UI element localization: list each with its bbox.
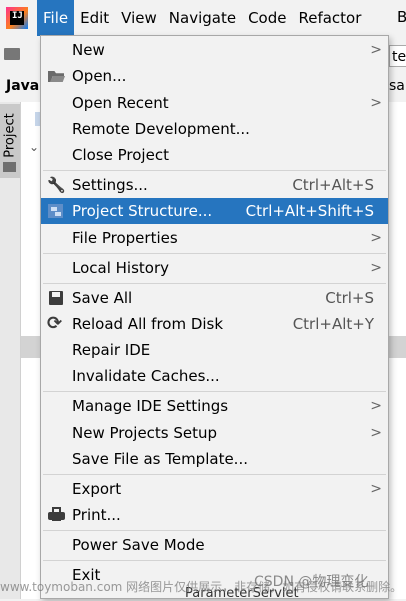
reload-icon — [47, 311, 65, 337]
menu-item-save-file-as-template[interactable]: Save File as Template... — [41, 446, 388, 472]
chevron-right-icon: > — [370, 230, 382, 246]
menu-item-label: Close Project — [72, 146, 169, 164]
menu-separator — [43, 474, 386, 475]
wrench-icon — [47, 177, 65, 193]
run-config-field[interactable]: te — [389, 45, 406, 67]
menu-item-label: Local History — [72, 259, 170, 277]
main-menu-bar: IJ File Edit View Navigate Code Refactor — [0, 0, 406, 36]
menu-navigate[interactable]: Navigate — [163, 0, 242, 36]
chevron-down-icon[interactable]: ⌄ — [29, 140, 39, 154]
project-folder-icon — [3, 162, 16, 172]
menu-item-open-recent[interactable]: Open Recent > — [41, 90, 388, 116]
menu-item-repair-ide[interactable]: Repair IDE — [41, 337, 388, 363]
menu-refactor[interactable]: Refactor — [292, 0, 367, 36]
menu-item-save-all[interactable]: Save All Ctrl+S — [41, 285, 388, 311]
menu-separator — [43, 283, 386, 284]
menu-item-label: New — [72, 41, 105, 59]
save-icon — [47, 290, 65, 306]
menu-item-local-history[interactable]: Local History > — [41, 255, 388, 281]
chevron-right-icon: > — [370, 260, 382, 276]
menu-item-power-save-mode[interactable]: Power Save Mode — [41, 532, 388, 558]
menu-item-shortcut: Ctrl+Alt+S — [292, 176, 374, 194]
menu-item-shortcut: Ctrl+Alt+Y — [292, 315, 374, 333]
menu-item-label: Settings... — [72, 176, 148, 194]
menu-item-label: Save File as Template... — [72, 450, 248, 468]
menu-item-invalidate-caches[interactable]: Invalidate Caches... — [41, 363, 388, 389]
chevron-right-icon: > — [370, 42, 382, 58]
chevron-right-icon: > — [370, 481, 382, 497]
menu-separator — [43, 391, 386, 392]
menu-item-settings[interactable]: Settings... Ctrl+Alt+S — [41, 172, 388, 198]
menu-edit[interactable]: Edit — [74, 0, 115, 36]
menu-item-remote-development[interactable]: Remote Development... — [41, 116, 388, 142]
print-icon — [47, 507, 65, 523]
menu-view[interactable]: View — [115, 0, 163, 36]
menu-item-label: Power Save Mode — [72, 536, 205, 554]
csdn-watermark: CSDN @物理变化 — [254, 574, 369, 590]
menu-item-shortcut: Ctrl+Alt+Shift+S — [245, 202, 374, 220]
menu-item-new[interactable]: New > — [41, 37, 388, 63]
menu-item-label: Invalidate Caches... — [72, 367, 220, 385]
menu-item-open[interactable]: Open... — [41, 63, 388, 89]
folder-open-icon — [47, 68, 65, 84]
chevron-right-icon: > — [370, 425, 382, 441]
menu-code[interactable]: Code — [242, 0, 292, 36]
menu-item-print[interactable]: Print... — [41, 502, 388, 528]
menu-item-label: File Properties — [72, 229, 178, 247]
menu-separator — [43, 560, 386, 561]
project-tool-tab-label: Project — [2, 113, 18, 158]
menu-item-file-properties[interactable]: File Properties > — [41, 225, 388, 251]
menu-item-new-projects-setup[interactable]: New Projects Setup > — [41, 420, 388, 446]
menu-separator — [43, 530, 386, 531]
folder-icon[interactable] — [4, 48, 20, 60]
menu-item-label: Remote Development... — [72, 120, 250, 138]
menu-item-label: Open Recent — [72, 94, 169, 112]
chevron-right-icon: > — [370, 95, 382, 111]
menu-separator — [43, 170, 386, 171]
menu-item-label: Repair IDE — [72, 341, 151, 359]
intellij-logo-icon: IJ — [6, 7, 28, 29]
menu-item-label: Open... — [72, 67, 127, 85]
menu-item-label: Save All — [72, 289, 133, 307]
menu-item-export[interactable]: Export > — [41, 476, 388, 502]
breadcrumb-java[interactable]: Java — [6, 78, 39, 94]
menu-item-close-project[interactable]: Close Project — [41, 142, 388, 168]
menu-item-label: Reload All from Disk — [72, 315, 224, 333]
menu-item-label: Export — [72, 480, 122, 498]
menu-item-label: Manage IDE Settings — [72, 397, 229, 415]
menu-item-project-structure[interactable]: Project Structure... Ctrl+Alt+Shift+S — [41, 198, 388, 224]
file-menu-dropdown: New > Open... Open Recent > Remote Devel… — [40, 35, 389, 599]
editor-tab-partial[interactable]: sak — [389, 78, 406, 94]
menu-separator — [43, 253, 386, 254]
chevron-right-icon: > — [370, 398, 382, 414]
menu-file[interactable]: File — [37, 0, 75, 36]
menu-item-reload-all[interactable]: Reload All from Disk Ctrl+Alt+Y — [41, 311, 388, 337]
project-structure-icon — [47, 203, 65, 219]
menu-item-shortcut: Ctrl+S — [325, 289, 374, 307]
menu-item-label: New Projects Setup — [72, 424, 218, 442]
menu-build-partial[interactable]: B — [397, 8, 406, 26]
menu-item-label: Project Structure... — [72, 202, 213, 220]
menu-item-manage-ide-settings[interactable]: Manage IDE Settings > — [41, 393, 388, 419]
menu-item-label: Print... — [72, 506, 121, 524]
